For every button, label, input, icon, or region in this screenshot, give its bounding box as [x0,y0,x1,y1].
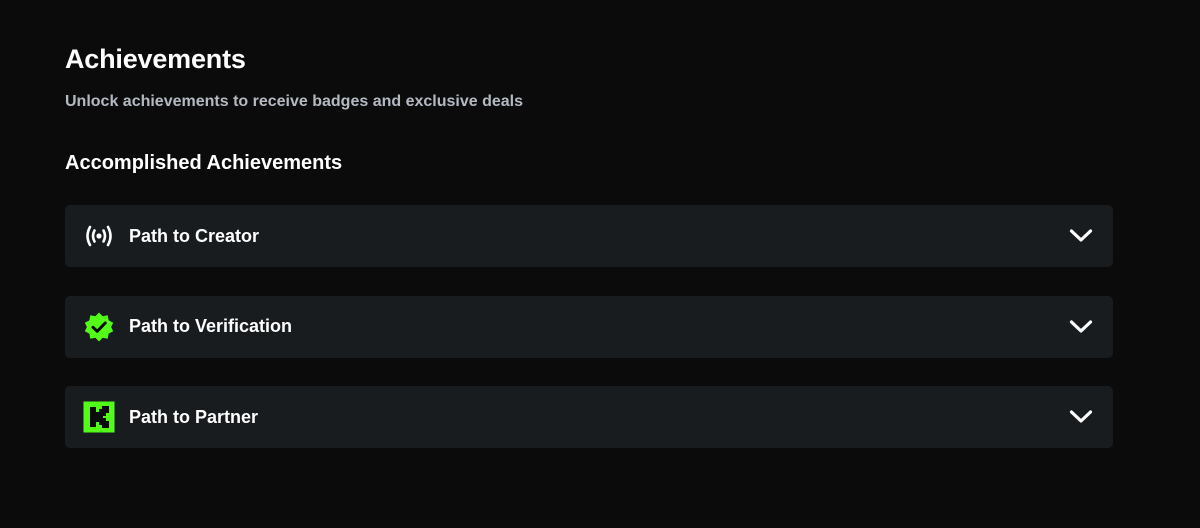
achievement-label: Path to Creator [129,225,260,246]
section-title: Accomplished Achievements [65,152,343,174]
page-subtitle: Unlock achievements to receive badges an… [65,93,523,110]
achievement-path-to-verification[interactable]: Path to Verification [65,295,1113,358]
chevron-down-icon[interactable] [1067,403,1095,431]
achievement-label: Path to Verification [129,316,293,336]
kick-logo-icon [83,401,115,433]
achievements-list: Path to Creator Path to Verification Pat… [65,205,1113,477]
page-title: Achievements [65,44,246,74]
achievement-label: Path to Partner [129,406,259,427]
verified-badge-icon [83,311,115,343]
chevron-down-icon[interactable] [1067,222,1095,250]
achievement-path-to-partner[interactable]: Path to Partner [65,386,1113,448]
achievement-path-to-creator[interactable]: Path to Creator [65,205,1113,267]
chevron-down-icon[interactable] [1067,313,1095,341]
broadcast-icon [83,220,115,252]
